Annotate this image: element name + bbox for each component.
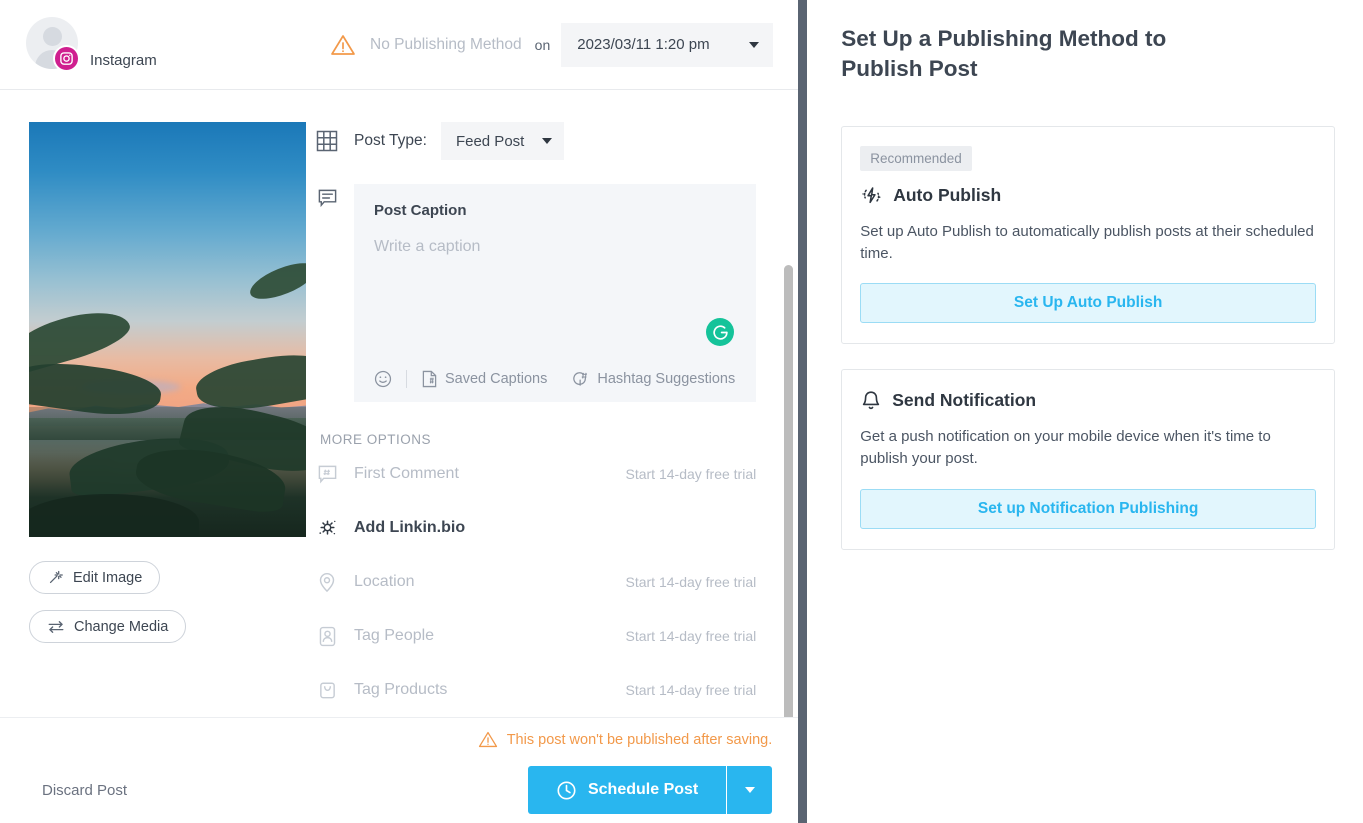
set-up-notification-publishing-button[interactable]: Set up Notification Publishing xyxy=(860,488,1316,529)
composer-body: Edit Image Change Media Post Type: Feed … xyxy=(0,90,798,717)
caption-input[interactable]: Write a caption xyxy=(374,238,736,256)
publishing-method-status: No Publishing Method xyxy=(370,35,522,53)
media-column: Edit Image Change Media xyxy=(0,122,310,717)
change-media-button[interactable]: Change Media xyxy=(29,610,187,643)
on-label: on xyxy=(534,36,551,53)
toolbar-divider xyxy=(406,370,407,388)
panel-title: Set Up a Publishing Method to Publish Po… xyxy=(841,26,1167,81)
post-type-row: Post Type: Feed Post xyxy=(310,122,756,160)
option-label: Tag Products xyxy=(354,681,448,698)
composer-scrollbar[interactable] xyxy=(784,180,794,717)
preview-palm-frond xyxy=(245,255,306,307)
emoji-smiley-icon[interactable] xyxy=(374,370,392,388)
auto-publish-description: Set up Auto Publish to automatically pub… xyxy=(860,222,1314,262)
footer-actions: Discard Post Schedule Post xyxy=(42,766,773,814)
option-row-first-comment[interactable]: First Comment Start 14-day free trial xyxy=(310,447,756,501)
magic-wand-icon xyxy=(49,570,63,584)
swap-arrows-icon xyxy=(48,620,64,633)
discard-post-button[interactable]: Discard Post xyxy=(42,782,127,799)
option-trial-label[interactable]: Start 14-day free trial xyxy=(626,628,757,644)
saved-captions-icon xyxy=(422,370,437,388)
auto-publish-header: Auto Publish xyxy=(860,184,1316,207)
caption-toolbar: Saved Captions Hashtag Suggestions xyxy=(374,356,736,388)
recommended-badge: Recommended xyxy=(860,145,972,171)
location-pin-icon xyxy=(310,572,344,593)
bell-icon xyxy=(863,391,880,410)
warning-triangle-icon xyxy=(478,731,497,748)
schedule-post-dropdown-button[interactable] xyxy=(727,766,773,814)
linkinbio-sparkle-icon xyxy=(310,518,344,539)
hashtag-suggestions-button[interactable]: Hashtag Suggestions xyxy=(571,370,735,388)
fields-column: Post Type: Feed Post Post Caption Write … xyxy=(310,122,798,717)
panel-divider xyxy=(798,0,808,823)
chevron-down-icon xyxy=(749,41,760,48)
option-label: Location xyxy=(354,573,415,590)
auto-publish-title: Auto Publish xyxy=(893,184,1002,205)
set-up-auto-publish-button[interactable]: Set Up Auto Publish xyxy=(860,283,1316,324)
option-label: Add Linkin.bio xyxy=(354,519,466,536)
schedule-datetime-select[interactable]: 2023/03/11 1:20 pm xyxy=(561,22,774,67)
more-options-label: MORE OPTIONS xyxy=(320,432,432,447)
tag-products-bag-icon xyxy=(310,680,344,700)
first-comment-icon xyxy=(310,464,344,485)
composer-pane: Instagram No Publishing Method on 2023/0… xyxy=(0,0,799,823)
edit-image-button[interactable]: Edit Image xyxy=(29,561,161,594)
auto-publish-card: Recommended Auto Publish Set up Auto Pub… xyxy=(841,125,1335,345)
grid-icon xyxy=(310,130,344,152)
schedule-datetime-value: 2023/03/11 1:20 pm xyxy=(577,36,710,53)
footer-warning: This post won't be published after savin… xyxy=(478,730,773,749)
comment-lines-icon xyxy=(310,184,344,402)
composer-footer: This post won't be published after savin… xyxy=(0,717,799,823)
caption-card[interactable]: Post Caption Write a caption Saved Capti… xyxy=(354,184,757,402)
tag-people-icon xyxy=(310,626,344,647)
caption-row: Post Caption Write a caption Saved Capti… xyxy=(310,184,757,402)
warning-triangle-icon xyxy=(331,34,355,55)
send-notification-description: Get a push notification on your mobile d… xyxy=(860,428,1271,468)
auto-publish-bolt-icon xyxy=(862,187,881,204)
caption-title: Post Caption xyxy=(374,202,467,219)
edit-image-label: Edit Image xyxy=(73,569,143,586)
publishing-method-panel: Set Up a Publishing Method to Publish Po… xyxy=(807,0,1363,823)
option-trial-label[interactable]: Start 14-day free trial xyxy=(626,466,757,482)
saved-captions-label: Saved Captions xyxy=(445,371,548,387)
send-notification-card: Send Notification Get a push notificatio… xyxy=(841,369,1335,550)
chevron-down-icon xyxy=(541,138,552,144)
footer-warning-text: This post won't be published after savin… xyxy=(506,731,773,748)
post-type-select[interactable]: Feed Post xyxy=(440,122,564,160)
post-type-value: Feed Post xyxy=(455,132,525,150)
instagram-icon xyxy=(53,44,80,72)
send-notification-header: Send Notification xyxy=(860,389,1316,412)
chevron-down-icon xyxy=(744,787,755,793)
option-row-tag-products[interactable]: Tag Products Start 14-day free trial xyxy=(310,663,756,717)
saved-captions-button[interactable]: Saved Captions xyxy=(421,370,547,388)
media-preview-image[interactable] xyxy=(29,122,306,537)
option-label: Tag People xyxy=(354,627,435,644)
account-selector[interactable]: Instagram xyxy=(26,15,316,75)
change-media-label: Change Media xyxy=(74,618,169,635)
option-trial-label[interactable]: Start 14-day free trial xyxy=(626,682,757,698)
option-row-location[interactable]: Location Start 14-day free trial xyxy=(310,555,756,609)
schedule-post-group: Schedule Post xyxy=(527,766,773,814)
option-label: First Comment xyxy=(354,465,459,482)
publishing-status-bar: No Publishing Method on 2023/03/11 1:20 … xyxy=(330,22,774,67)
grammarly-g-icon[interactable] xyxy=(706,318,735,346)
schedule-post-label: Schedule Post xyxy=(587,781,699,798)
scrollbar-thumb[interactable] xyxy=(784,265,794,717)
avatar-wrapper xyxy=(26,15,82,75)
hashtag-suggestions-icon xyxy=(573,372,588,386)
option-row-linkinbio[interactable]: Add Linkin.bio xyxy=(310,501,756,555)
option-trial-label[interactable]: Start 14-day free trial xyxy=(626,574,757,590)
clock-icon xyxy=(557,780,576,800)
hashtag-suggestions-label: Hashtag Suggestions xyxy=(597,371,736,387)
option-row-tag-people[interactable]: Tag People Start 14-day free trial xyxy=(310,609,756,663)
post-type-label: Post Type: xyxy=(354,132,427,149)
schedule-post-button[interactable]: Schedule Post xyxy=(527,766,727,814)
post-composer-app: Instagram No Publishing Method on 2023/0… xyxy=(0,0,1363,823)
avatar-head xyxy=(42,26,62,46)
composer-header: Instagram No Publishing Method on 2023/0… xyxy=(0,0,799,90)
account-name: Instagram xyxy=(90,51,157,69)
send-notification-title: Send Notification xyxy=(892,390,1037,411)
